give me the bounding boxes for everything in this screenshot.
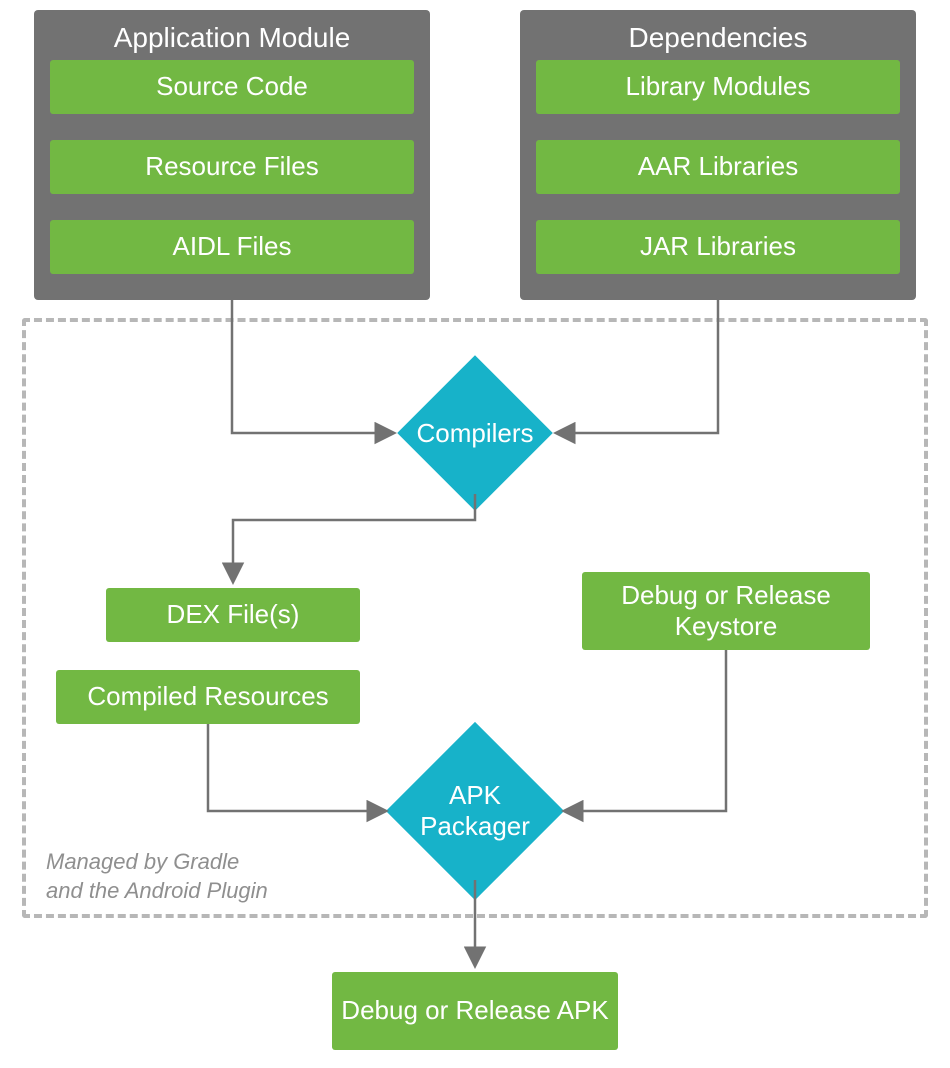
aidl-files-box: AIDL Files xyxy=(50,220,414,274)
keystore-label: Debug or Release Keystore xyxy=(590,580,862,642)
resource-files-label: Resource Files xyxy=(145,151,318,182)
resource-files-box: Resource Files xyxy=(50,140,414,194)
aar-libraries-label: AAR Libraries xyxy=(638,151,798,182)
jar-libraries-label: JAR Libraries xyxy=(640,231,796,262)
dependencies-title: Dependencies xyxy=(534,22,902,54)
application-module-title: Application Module xyxy=(48,22,416,54)
managed-by-caption: Managed by Gradle and the Android Plugin xyxy=(46,848,268,905)
keystore-box: Debug or Release Keystore xyxy=(582,572,870,650)
library-modules-label: Library Modules xyxy=(626,71,811,102)
library-modules-box: Library Modules xyxy=(536,60,900,114)
dex-files-box: DEX File(s) xyxy=(106,588,360,642)
compiled-resources-box: Compiled Resources xyxy=(56,670,360,724)
source-code-box: Source Code xyxy=(50,60,414,114)
source-code-label: Source Code xyxy=(156,71,308,102)
dex-files-label: DEX File(s) xyxy=(167,599,300,630)
aar-libraries-box: AAR Libraries xyxy=(536,140,900,194)
compiled-resources-label: Compiled Resources xyxy=(87,681,328,712)
aidl-files-label: AIDL Files xyxy=(173,231,292,262)
output-apk-label: Debug or Release APK xyxy=(341,995,608,1026)
jar-libraries-box: JAR Libraries xyxy=(536,220,900,274)
output-apk-box: Debug or Release APK xyxy=(332,972,618,1050)
